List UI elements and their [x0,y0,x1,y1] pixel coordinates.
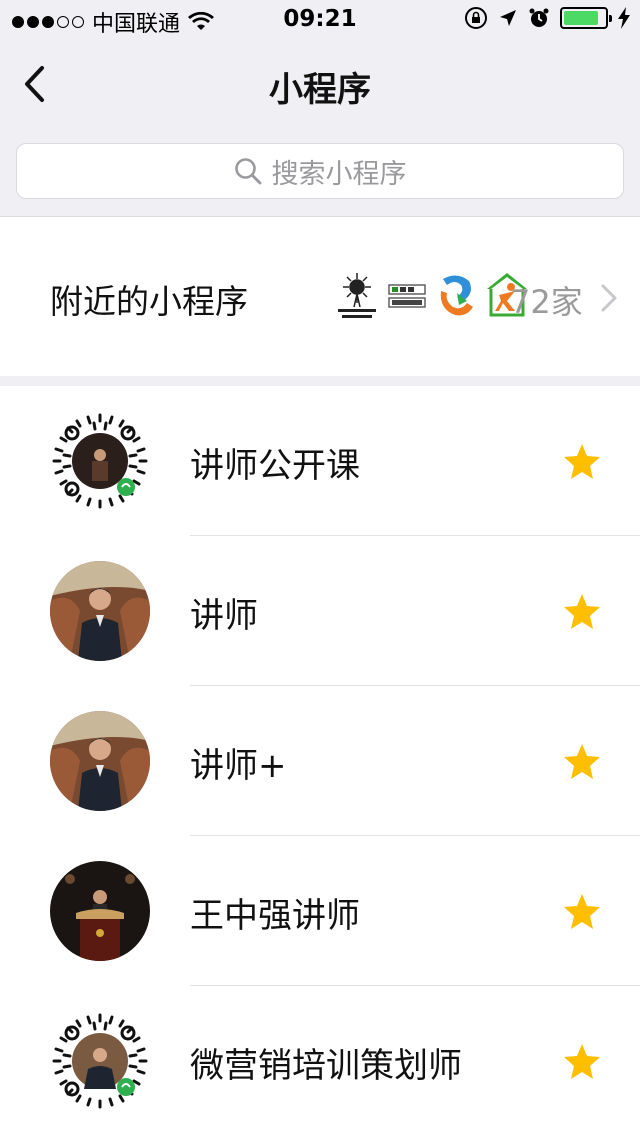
nearby-logos [334,269,530,321]
blue-orange-logo-icon [434,269,480,321]
mini-program-name: 王中强讲师 [190,896,360,936]
chevron-right-icon [601,284,617,312]
tree-logo-icon [334,269,380,321]
list-item[interactable]: 王中强讲师 [0,836,640,986]
photo-avatar [50,561,150,661]
nearby-mini-programs-row[interactable]: 附近的小程序 72家 [0,216,640,376]
status-bar: 中国联通 09:21 [0,0,640,40]
mini-program-name: 讲师公开课 [190,446,360,486]
list-item[interactable]: 讲师 [0,536,640,686]
mini-program-name: 讲师+ [190,746,287,786]
search-icon [234,158,261,185]
mini-program-name: 讲师 [190,596,258,636]
star-icon[interactable] [562,742,602,782]
search-placeholder: 搜索小程序 [271,158,407,190]
mini-program-name: 微营销培训策划师 [190,1046,462,1086]
star-icon[interactable] [562,892,602,932]
star-icon[interactable] [562,592,602,632]
location-arrow-icon [500,10,516,26]
qr-code-avatar [50,411,150,511]
nearby-label: 附近的小程序 [50,282,248,321]
page-title: 小程序 [269,70,371,110]
nearby-count: 72家 [510,283,583,321]
mini-program-list: 讲师公开课 讲师 讲师+ 王中强讲师 微营销培训策划师 [0,386,640,1136]
list-item[interactable]: 讲师公开课 [0,386,640,536]
list-item[interactable]: 讲师+ [0,686,640,836]
ktv-logo-icon [384,269,430,321]
navigation-bar: 小程序 [0,40,640,128]
alarm-icon [529,8,549,27]
photo-avatar [50,711,150,811]
star-icon[interactable] [562,442,602,482]
star-icon[interactable] [562,1042,602,1082]
battery-icon [560,7,612,29]
photo-avatar [50,861,150,961]
list-item[interactable]: 微营销培训策划师 [0,986,640,1136]
search-input[interactable]: 搜索小程序 [16,143,624,199]
charging-icon [618,7,630,29]
rotation-lock-icon [465,7,487,29]
qr-code-avatar [50,1011,150,1111]
